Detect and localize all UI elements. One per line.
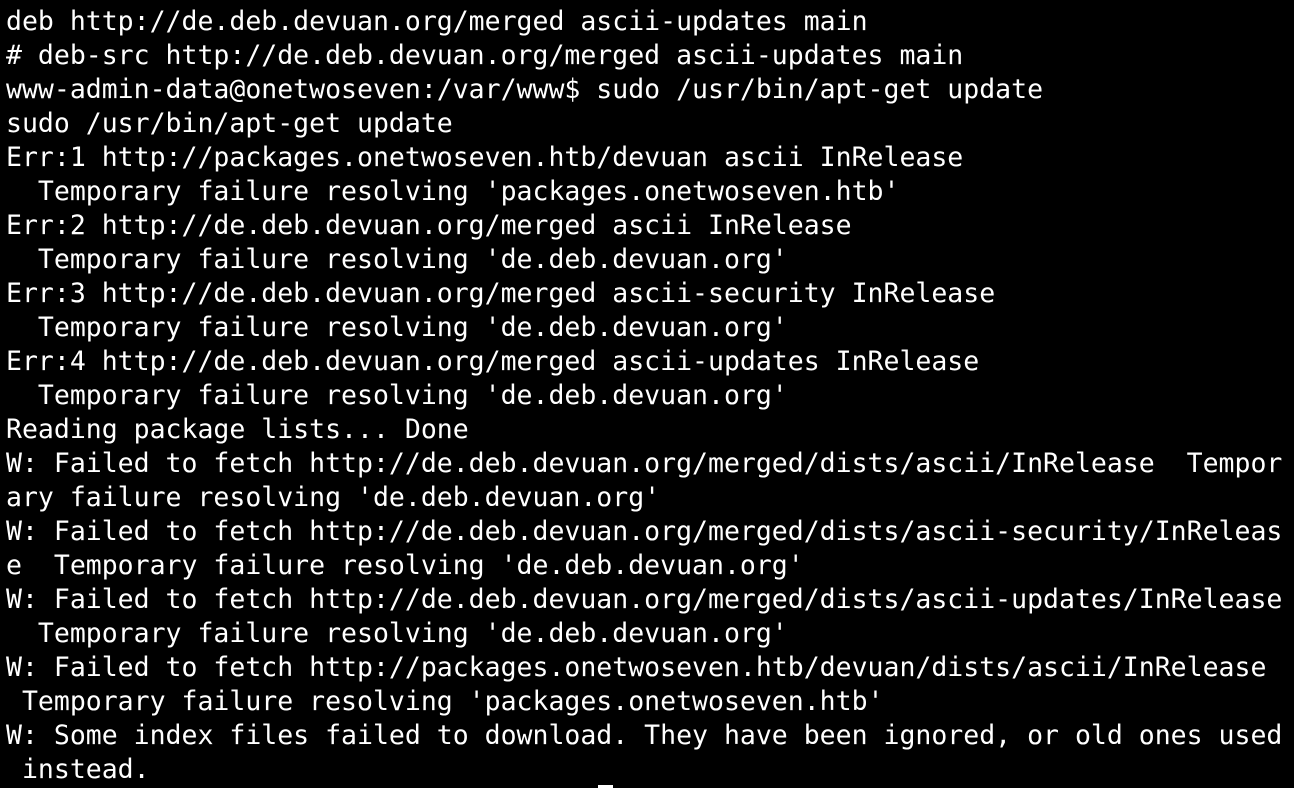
terminal-output: deb http://de.deb.devuan.org/merged asci… bbox=[6, 5, 1282, 787]
terminal-line: Temporary failure resolving 'de.deb.devu… bbox=[6, 380, 788, 411]
terminal-line: e Temporary failure resolving 'de.deb.de… bbox=[6, 550, 804, 581]
terminal-prompt-line: www-admin-data@onetwoseven:/var/www$ sud… bbox=[6, 74, 1044, 105]
terminal-line: Temporary failure resolving 'de.deb.devu… bbox=[6, 244, 788, 275]
terminal-line: Reading package lists... Done bbox=[6, 414, 469, 445]
terminal-line: Temporary failure resolving 'packages.on… bbox=[6, 176, 900, 207]
terminal-line: Err:1 http://packages.onetwoseven.htb/de… bbox=[6, 142, 964, 173]
terminal-line: Err:3 http://de.deb.devuan.org/merged as… bbox=[6, 278, 996, 309]
terminal-line: W: Failed to fetch http://de.deb.devuan.… bbox=[6, 516, 1283, 547]
terminal-line: Temporary failure resolving 'de.deb.devu… bbox=[6, 312, 788, 343]
terminal-line: instead. bbox=[6, 754, 150, 785]
terminal-line: Err:4 http://de.deb.devuan.org/merged as… bbox=[6, 346, 980, 377]
terminal-line: Temporary failure resolving 'de.deb.devu… bbox=[6, 618, 788, 649]
terminal-line: sudo /usr/bin/apt-get update bbox=[6, 108, 453, 139]
terminal-line: W: Some index files failed to download. … bbox=[6, 720, 1283, 751]
terminal-line: Err:2 http://de.deb.devuan.org/merged as… bbox=[6, 210, 852, 241]
terminal-line: W: Failed to fetch http://packages.onetw… bbox=[6, 652, 1267, 683]
terminal-window[interactable]: deb http://de.deb.devuan.org/merged asci… bbox=[0, 0, 1294, 788]
terminal-line: W: Failed to fetch http://de.deb.devuan.… bbox=[6, 584, 1283, 615]
terminal-line: ary failure resolving 'de.deb.devuan.org… bbox=[6, 482, 661, 513]
terminal-line: Temporary failure resolving 'packages.on… bbox=[6, 686, 884, 717]
terminal-line: W: Failed to fetch http://de.deb.devuan.… bbox=[6, 448, 1283, 479]
terminal-line: # deb-src http://de.deb.devuan.org/merge… bbox=[6, 40, 964, 71]
terminal-line: deb http://de.deb.devuan.org/merged asci… bbox=[6, 6, 868, 37]
